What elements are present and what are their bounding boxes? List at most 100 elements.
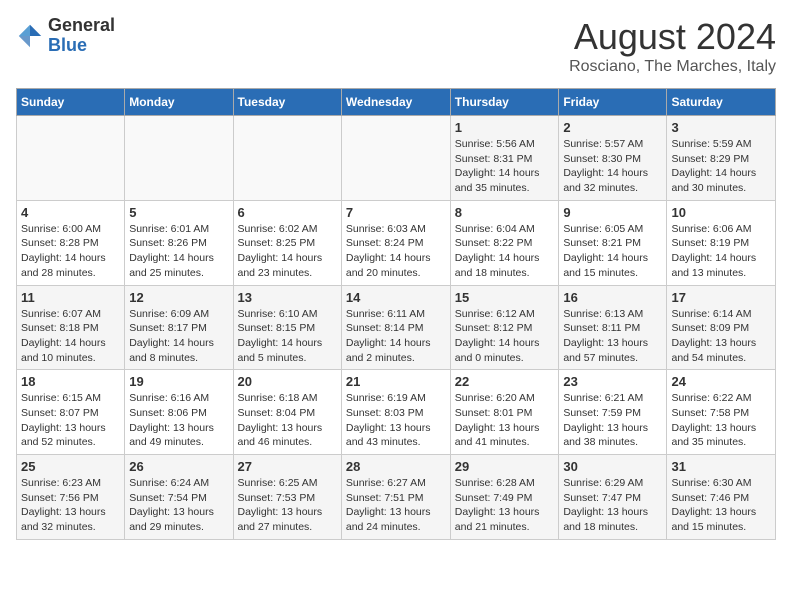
day-number: 1	[455, 120, 555, 135]
day-info: Sunrise: 6:00 AMSunset: 8:28 PMDaylight:…	[21, 222, 120, 281]
day-cell: 6Sunrise: 6:02 AMSunset: 8:25 PMDaylight…	[233, 200, 341, 285]
day-info: Sunrise: 6:22 AMSunset: 7:58 PMDaylight:…	[671, 391, 771, 450]
weekday-header-tuesday: Tuesday	[233, 89, 341, 116]
day-number: 28	[346, 459, 446, 474]
day-cell: 9 Sunrise: 6:05 AMSunset: 8:21 PMDaylight…	[559, 200, 667, 285]
day-cell	[341, 116, 450, 201]
day-cell: 17Sunrise: 6:14 AMSunset: 8:09 PMDayligh…	[667, 285, 776, 370]
day-number: 4	[21, 205, 120, 220]
day-cell: 31 Sunrise: 6:30 AMSunset: 7:46 PMDayligh…	[667, 455, 776, 540]
logo-text: General Blue	[48, 16, 115, 56]
day-number: 10	[671, 205, 771, 220]
day-info: Sunrise: 6:23 AMSunset: 7:56 PMDaylight:…	[21, 476, 120, 535]
day-info: Sunrise: 6:21 AMSunset: 7:59 PMDaylight:…	[563, 391, 662, 450]
day-number: 26	[129, 459, 228, 474]
day-info: Sunrise: 6:25 AMSunset: 7:53 PMDaylight:…	[238, 476, 337, 535]
day-cell: 26 Sunrise: 6:24 AMSunset: 7:54 PMDayligh…	[125, 455, 233, 540]
weekday-header-thursday: Thursday	[450, 89, 559, 116]
day-number: 23	[563, 374, 662, 389]
day-number: 21	[346, 374, 446, 389]
day-cell: 30 Sunrise: 6:29 AMSunset: 7:47 PMDayligh…	[559, 455, 667, 540]
day-number: 30	[563, 459, 662, 474]
day-info: Sunrise: 6:11 AMSunset: 8:14 PMDaylight:…	[346, 307, 446, 366]
day-number: 25	[21, 459, 120, 474]
day-info: Sunrise: 6:15 AMSunset: 8:07 PMDaylight:…	[21, 391, 120, 450]
day-cell: 13Sunrise: 6:10 AMSunset: 8:15 PMDayligh…	[233, 285, 341, 370]
day-info: Sunrise: 6:06 AMSunset: 8:19 PMDaylight:…	[671, 222, 771, 281]
day-cell: 5 Sunrise: 6:01 AMSunset: 8:26 PMDaylight…	[125, 200, 233, 285]
day-number: 6	[238, 205, 337, 220]
day-number: 18	[21, 374, 120, 389]
day-number: 13	[238, 290, 337, 305]
day-info: Sunrise: 6:13 AMSunset: 8:11 PMDaylight:…	[563, 307, 662, 366]
day-cell: 12Sunrise: 6:09 AMSunset: 8:17 PMDayligh…	[125, 285, 233, 370]
day-cell: 20Sunrise: 6:18 AMSunset: 8:04 PMDayligh…	[233, 370, 341, 455]
calendar-table: SundayMondayTuesdayWednesdayThursdayFrid…	[16, 88, 776, 540]
day-cell: 24 Sunrise: 6:22 AMSunset: 7:58 PMDayligh…	[667, 370, 776, 455]
day-info: Sunrise: 6:03 AMSunset: 8:24 PMDaylight:…	[346, 222, 446, 281]
day-number: 5	[129, 205, 228, 220]
day-cell: 1 Sunrise: 5:56 AMSunset: 8:31 PMDaylight…	[450, 116, 559, 201]
day-info: Sunrise: 6:19 AMSunset: 8:03 PMDaylight:…	[346, 391, 446, 450]
day-number: 31	[671, 459, 771, 474]
weekday-header-row: SundayMondayTuesdayWednesdayThursdayFrid…	[17, 89, 776, 116]
month-year-title: August 2024	[569, 16, 776, 58]
day-number: 16	[563, 290, 662, 305]
title-area: August 2024 Rosciano, The Marches, Italy	[569, 16, 776, 76]
day-cell	[233, 116, 341, 201]
day-number: 22	[455, 374, 555, 389]
day-cell: 14 Sunrise: 6:11 AMSunset: 8:14 PMDayligh…	[341, 285, 450, 370]
day-info: Sunrise: 5:57 AMSunset: 8:30 PMDaylight:…	[563, 137, 662, 196]
weekday-header-sunday: Sunday	[17, 89, 125, 116]
day-cell: 15 Sunrise: 6:12 AMSunset: 8:12 PMDayligh…	[450, 285, 559, 370]
day-number: 24	[671, 374, 771, 389]
week-row-5: 25 Sunrise: 6:23 AMSunset: 7:56 PMDayligh…	[17, 455, 776, 540]
day-info: Sunrise: 6:05 AMSunset: 8:21 PMDaylight:…	[563, 222, 662, 281]
week-row-4: 18 Sunrise: 6:15 AMSunset: 8:07 PMDayligh…	[17, 370, 776, 455]
week-row-1: 1 Sunrise: 5:56 AMSunset: 8:31 PMDaylight…	[17, 116, 776, 201]
day-cell: 3 Sunrise: 5:59 AMSunset: 8:29 PMDaylight…	[667, 116, 776, 201]
day-number: 8	[455, 205, 555, 220]
day-number: 15	[455, 290, 555, 305]
day-info: Sunrise: 6:27 AMSunset: 7:51 PMDaylight:…	[346, 476, 446, 535]
day-number: 27	[238, 459, 337, 474]
day-info: Sunrise: 6:29 AMSunset: 7:47 PMDaylight:…	[563, 476, 662, 535]
day-number: 9	[563, 205, 662, 220]
day-info: Sunrise: 5:56 AMSunset: 8:31 PMDaylight:…	[455, 137, 555, 196]
day-number: 14	[346, 290, 446, 305]
day-cell: 27 Sunrise: 6:25 AMSunset: 7:53 PMDayligh…	[233, 455, 341, 540]
day-cell: 28 Sunrise: 6:27 AMSunset: 7:51 PMDayligh…	[341, 455, 450, 540]
day-cell: 2 Sunrise: 5:57 AMSunset: 8:30 PMDaylight…	[559, 116, 667, 201]
day-info: Sunrise: 6:30 AMSunset: 7:46 PMDaylight:…	[671, 476, 771, 535]
day-cell: 25 Sunrise: 6:23 AMSunset: 7:56 PMDayligh…	[17, 455, 125, 540]
day-cell: 11 Sunrise: 6:07 AMSunset: 8:18 PMDayligh…	[17, 285, 125, 370]
day-number: 20	[238, 374, 337, 389]
day-info: Sunrise: 6:12 AMSunset: 8:12 PMDaylight:…	[455, 307, 555, 366]
day-cell: 16 Sunrise: 6:13 AMSunset: 8:11 PMDayligh…	[559, 285, 667, 370]
day-info: Sunrise: 6:24 AMSunset: 7:54 PMDaylight:…	[129, 476, 228, 535]
day-cell: 29Sunrise: 6:28 AMSunset: 7:49 PMDayligh…	[450, 455, 559, 540]
week-row-2: 4 Sunrise: 6:00 AMSunset: 8:28 PMDaylight…	[17, 200, 776, 285]
logo-blue: Blue	[48, 36, 115, 56]
day-info: Sunrise: 6:07 AMSunset: 8:18 PMDaylight:…	[21, 307, 120, 366]
weekday-header-friday: Friday	[559, 89, 667, 116]
day-info: Sunrise: 6:04 AMSunset: 8:22 PMDaylight:…	[455, 222, 555, 281]
header: General Blue August 2024 Rosciano, The M…	[16, 16, 776, 76]
logo-icon	[16, 22, 44, 50]
day-number: 11	[21, 290, 120, 305]
day-cell	[17, 116, 125, 201]
day-number: 3	[671, 120, 771, 135]
day-cell: 21 Sunrise: 6:19 AMSunset: 8:03 PMDayligh…	[341, 370, 450, 455]
day-number: 7	[346, 205, 446, 220]
location-title: Rosciano, The Marches, Italy	[569, 58, 776, 76]
day-number: 2	[563, 120, 662, 135]
day-info: Sunrise: 5:59 AMSunset: 8:29 PMDaylight:…	[671, 137, 771, 196]
day-cell: 19Sunrise: 6:16 AMSunset: 8:06 PMDayligh…	[125, 370, 233, 455]
day-cell	[125, 116, 233, 201]
day-cell: 8 Sunrise: 6:04 AMSunset: 8:22 PMDaylight…	[450, 200, 559, 285]
weekday-header-saturday: Saturday	[667, 89, 776, 116]
day-info: Sunrise: 6:01 AMSunset: 8:26 PMDaylight:…	[129, 222, 228, 281]
week-row-3: 11 Sunrise: 6:07 AMSunset: 8:18 PMDayligh…	[17, 285, 776, 370]
day-info: Sunrise: 6:28 AMSunset: 7:49 PMDaylight:…	[455, 476, 555, 535]
day-number: 19	[129, 374, 228, 389]
